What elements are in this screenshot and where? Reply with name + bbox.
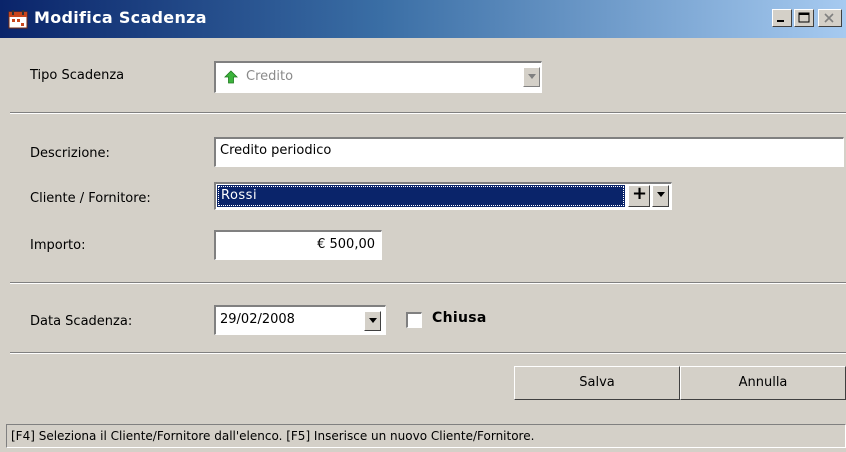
green-arrow-up-icon: [224, 70, 238, 84]
separator: [10, 113, 846, 114]
importo-value: € 500,00: [317, 237, 375, 252]
close-button[interactable]: [818, 9, 842, 27]
add-cliente-button[interactable]: +: [628, 183, 650, 207]
chevron-down-icon: [369, 318, 377, 323]
calendar-icon: [8, 9, 28, 29]
modifica-scadenza-window: Modifica Scadenza Tipo Scadenza Credito: [0, 0, 846, 452]
calendar-dropdown-button[interactable]: [364, 311, 381, 331]
descrizione-label: Descrizione:: [30, 146, 110, 161]
importo-field[interactable]: € 500,00: [214, 230, 382, 260]
selection-highlight: Rossi: [217, 185, 625, 207]
status-bar: [F4] Seleziona il Cliente/Fornitore dall…: [6, 424, 846, 448]
descrizione-field[interactable]: Credito periodico: [214, 137, 844, 167]
descrizione-value: Credito periodico: [220, 143, 332, 158]
minimize-icon: [777, 20, 784, 22]
separator: [10, 283, 846, 284]
tipo-scadenza-dropdown-button[interactable]: [523, 67, 540, 87]
data-scadenza-picker[interactable]: 29/02/2008: [214, 305, 386, 335]
close-icon: [824, 13, 834, 23]
chiusa-label[interactable]: Chiusa: [432, 310, 487, 326]
tipo-scadenza-value: Credito: [246, 69, 294, 84]
annulla-button[interactable]: Annulla: [680, 366, 846, 400]
window-title: Modifica Scadenza: [34, 8, 207, 27]
minimize-button[interactable]: [772, 9, 792, 27]
salva-button[interactable]: Salva: [514, 366, 680, 400]
tipo-scadenza-label: Tipo Scadenza: [30, 68, 125, 83]
maximize-button[interactable]: [794, 9, 814, 27]
chevron-down-icon: [657, 192, 665, 197]
data-scadenza-label: Data Scadenza:: [30, 314, 133, 329]
tipo-scadenza-combo[interactable]: Credito: [214, 61, 542, 93]
separator: [10, 353, 846, 354]
plus-icon: +: [632, 183, 648, 204]
cliente-fornitore-value: Rossi: [221, 188, 258, 203]
chiusa-checkbox[interactable]: [406, 312, 422, 328]
chevron-down-icon: [528, 74, 536, 79]
maximize-icon: [798, 12, 810, 23]
cliente-fornitore-combo[interactable]: Rossi +: [214, 182, 672, 210]
title-bar[interactable]: Modifica Scadenza: [0, 0, 846, 38]
importo-label: Importo:: [30, 238, 86, 253]
cliente-fornitore-label: Cliente / Fornitore:: [30, 191, 151, 206]
data-scadenza-value: 29/02/2008: [220, 312, 295, 327]
cliente-fornitore-dropdown-button[interactable]: [652, 185, 669, 207]
